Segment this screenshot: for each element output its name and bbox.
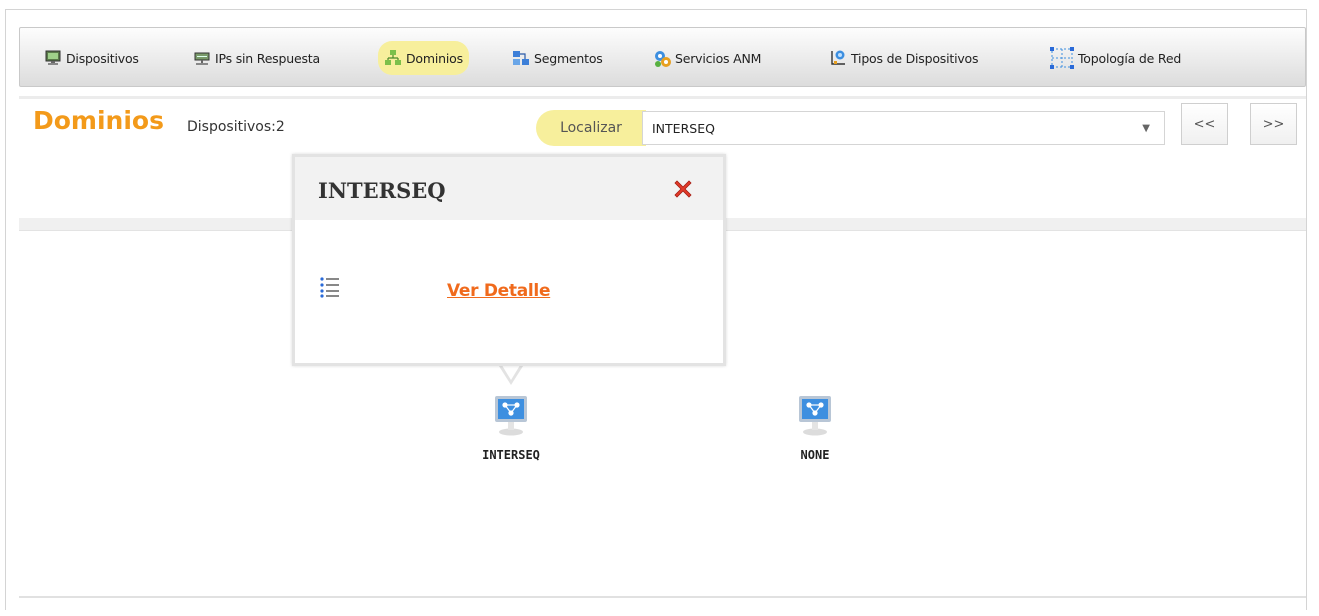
menu-item-label: Servicios ANM — [675, 50, 762, 66]
device-count: Dispositivos:2 — [187, 119, 285, 135]
menu-item-servicios-anm[interactable]: Servicios ANM — [653, 41, 761, 75]
menu-item-topologia-de-red[interactable]: Topología de Red — [1050, 41, 1181, 75]
menu-item-label: Dominios — [406, 50, 463, 66]
node-label: INTERSEQ — [482, 448, 540, 462]
bottom-divider — [19, 596, 1306, 598]
list-icon — [319, 276, 341, 298]
network-device-icon — [193, 49, 211, 67]
network-node-icon — [491, 394, 531, 438]
popup-title: INTERSEQ — [318, 178, 446, 203]
menu-item-label: Tipos de Dispositivos — [851, 50, 979, 66]
main-menu-bar: Dispositivos IPs sin Respuesta Dominios … — [19, 27, 1306, 87]
view-detail-link[interactable]: Ver Detalle — [447, 281, 550, 301]
menu-item-label: IPs sin Respuesta — [215, 50, 320, 66]
next-button[interactable]: >> — [1250, 103, 1297, 145]
domain-node-none[interactable]: NONE — [765, 394, 865, 462]
menu-item-label: Segmentos — [534, 50, 603, 66]
chevron-down-icon[interactable]: ▼ — [1142, 112, 1150, 146]
page-title: Dominios — [33, 106, 164, 135]
locate-label: Localizar — [536, 110, 646, 146]
popup-header: INTERSEQ — [295, 157, 723, 220]
menu-item-dispositivos[interactable]: Dispositivos — [44, 41, 139, 75]
menu-item-label: Dispositivos — [66, 50, 139, 66]
segments-icon — [512, 49, 530, 67]
locate-select[interactable]: INTERSEQ ▼ — [642, 111, 1165, 145]
menu-item-label: Topología de Red — [1078, 50, 1182, 66]
previous-button[interactable]: << — [1181, 103, 1228, 145]
domain-tree-icon — [384, 49, 402, 67]
domain-node-interseq[interactable]: INTERSEQ — [461, 394, 561, 462]
monitor-icon — [44, 49, 62, 67]
header-divider — [19, 96, 1306, 99]
close-icon[interactable] — [671, 177, 695, 201]
menu-item-ips-sin-respuesta[interactable]: IPs sin Respuesta — [193, 41, 320, 75]
node-label: NONE — [800, 448, 830, 462]
menu-item-dominios[interactable]: Dominios — [378, 41, 469, 75]
network-node-icon — [795, 394, 835, 438]
node-popup: INTERSEQ Ver Detalle — [292, 154, 726, 366]
menu-item-segmentos[interactable]: Segmentos — [512, 41, 603, 75]
locate-select-value: INTERSEQ — [652, 121, 715, 136]
topology-icon — [1050, 47, 1074, 69]
services-gear-icon — [653, 49, 671, 67]
device-types-icon — [829, 49, 847, 67]
menu-item-tipos-de-dispositivos[interactable]: Tipos de Dispositivos — [829, 41, 979, 75]
